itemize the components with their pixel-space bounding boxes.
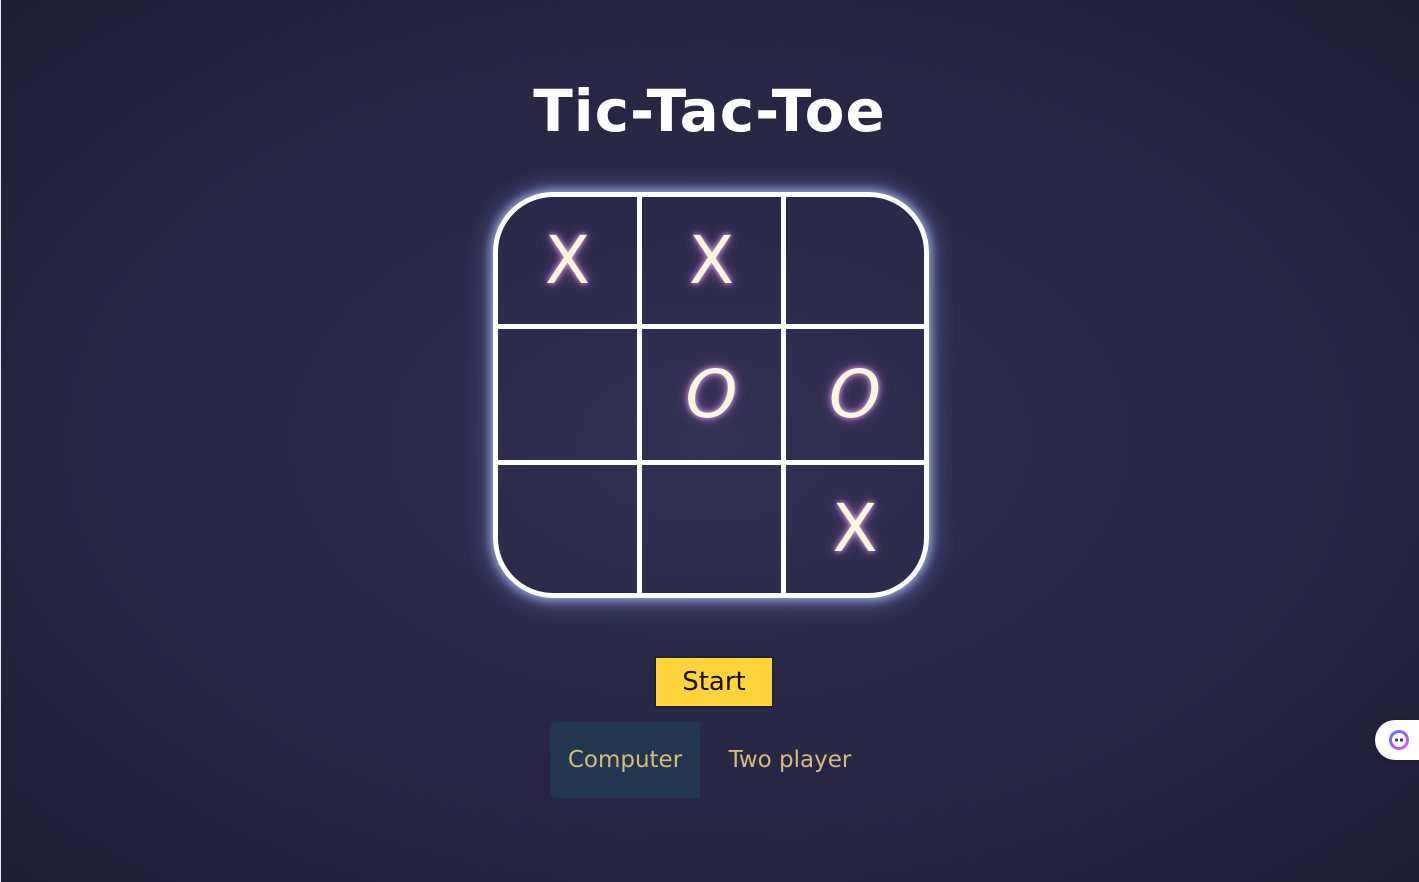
game-board: X X O O X <box>493 192 929 598</box>
board-cell-6[interactable]: O <box>786 329 924 460</box>
board-cell-2[interactable]: X <box>642 197 781 324</box>
page-title: Tic-Tac-Toe <box>533 77 886 145</box>
mode-computer-button[interactable]: Computer <box>550 722 700 798</box>
board-cell-5[interactable]: O <box>642 329 781 460</box>
cell-mark-2: X <box>688 221 735 299</box>
cell-mark-5: O <box>685 355 738 433</box>
board-cell-9[interactable]: X <box>786 465 924 593</box>
cell-mark-1: X <box>544 221 591 299</box>
assistant-launcher-button[interactable] <box>1375 720 1419 760</box>
board-cell-8[interactable] <box>642 465 781 593</box>
cell-mark-9: X <box>832 490 878 567</box>
board-cell-4[interactable] <box>498 329 637 460</box>
board-cell-3[interactable] <box>786 197 924 324</box>
assistant-face-icon <box>1389 730 1409 750</box>
cell-mark-6: O <box>829 355 881 433</box>
mode-two-player-button[interactable]: Two player <box>710 722 870 798</box>
start-button[interactable]: Start <box>654 656 774 708</box>
board-cell-7[interactable] <box>498 465 637 593</box>
board-cell-1[interactable]: X <box>498 197 637 324</box>
